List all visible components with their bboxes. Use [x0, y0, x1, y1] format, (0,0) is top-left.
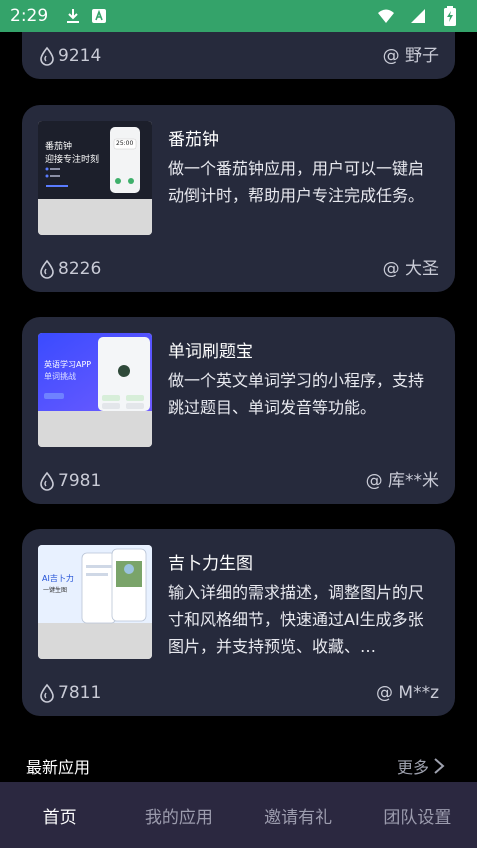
app-thumbnail: 番茄钟 迎接专注时刻 25:00	[38, 121, 152, 235]
app-card[interactable]: 9214 @ 野子	[22, 32, 455, 79]
flame-icon	[40, 471, 54, 491]
app-thumbnail: 英语学习APP 单词挑战	[38, 333, 152, 447]
tab-my-apps[interactable]: 我的应用	[119, 803, 238, 828]
app-title: 吉卜力生图	[168, 554, 253, 574]
status-time: 2:29	[10, 6, 49, 26]
app-title: 番茄钟	[168, 130, 219, 150]
thumb-subheading: 一键生图	[43, 587, 68, 594]
app-description: 做一个英文单词学习的小程序，支持跳过题目、单词发音等功能。	[168, 371, 425, 417]
chevron-right-icon	[434, 758, 445, 774]
app-card[interactable]: 英语学习APP 单词挑战 单词刷题宝 做一个英文单词学习的小程序，支持跳过题目、…	[22, 317, 455, 504]
flame-icon	[40, 46, 54, 66]
battery-charging-icon	[441, 6, 459, 26]
author: @ 大圣	[382, 259, 439, 279]
view-count: 8226	[38, 259, 101, 279]
view-count-value: 7981	[58, 471, 102, 491]
flame-icon	[40, 683, 54, 703]
flame-icon	[40, 259, 54, 279]
view-count: 7811	[38, 683, 101, 703]
section-title: 最新应用	[26, 758, 91, 777]
latest-apps-section-header: 最新应用 更多	[0, 750, 477, 782]
app-title: 单词刷题宝	[168, 342, 253, 362]
wifi-icon	[377, 7, 395, 25]
thumb-subheading: 单词挑战	[44, 372, 76, 381]
app-card[interactable]: AI吉卜力 一键生图 吉卜力生图 输入详细的需求描述，调整图片的尺寸和风格细节，…	[22, 529, 455, 716]
a-app-icon	[90, 7, 108, 25]
status-bar: 2:29	[0, 0, 477, 32]
download-icon	[64, 7, 82, 25]
thumb-subheading: 迎接专注时刻	[45, 155, 100, 165]
bottom-tab-bar: 首页 我的应用 邀请有礼 团队设置	[0, 782, 477, 848]
view-count-value: 7811	[58, 683, 102, 703]
thumb-heading: 英语学习APP	[44, 360, 92, 369]
tab-home[interactable]: 首页	[0, 803, 119, 828]
thumb-timer: 25:00	[116, 140, 134, 147]
view-count-value: 8226	[58, 259, 102, 279]
signal-icon	[409, 7, 427, 25]
app-thumbnail: AI吉卜力 一键生图	[38, 545, 152, 659]
app-feed[interactable]: 9214 @ 野子 番茄钟 迎接专注时刻 25:00 番茄钟 做一个番茄钟应用，…	[0, 32, 477, 782]
app-description: 输入详细的需求描述，调整图片的尺寸和风格细节，快速通过AI生成多张图片，并支持预…	[168, 583, 425, 656]
thumb-heading: AI吉卜力	[42, 574, 74, 583]
author: @ 野子	[382, 46, 439, 66]
view-count: 9214	[38, 46, 101, 66]
tab-invite[interactable]: 邀请有礼	[239, 803, 358, 828]
thumb-heading: 番茄钟	[45, 142, 73, 152]
view-count: 7981	[38, 471, 101, 491]
view-count-value: 9214	[58, 46, 102, 66]
more-link[interactable]: 更多	[397, 754, 445, 778]
app-card[interactable]: 番茄钟 迎接专注时刻 25:00 番茄钟 做一个番茄钟应用，用户可以一键启动倒计…	[22, 105, 455, 292]
more-label: 更多	[396, 758, 429, 777]
app-description: 做一个番茄钟应用，用户可以一键启动倒计时，帮助用户专注完成任务。	[168, 159, 425, 205]
author: @ 库**米	[365, 471, 439, 491]
author: @ M**z	[376, 683, 439, 703]
tab-team-settings[interactable]: 团队设置	[358, 803, 477, 828]
